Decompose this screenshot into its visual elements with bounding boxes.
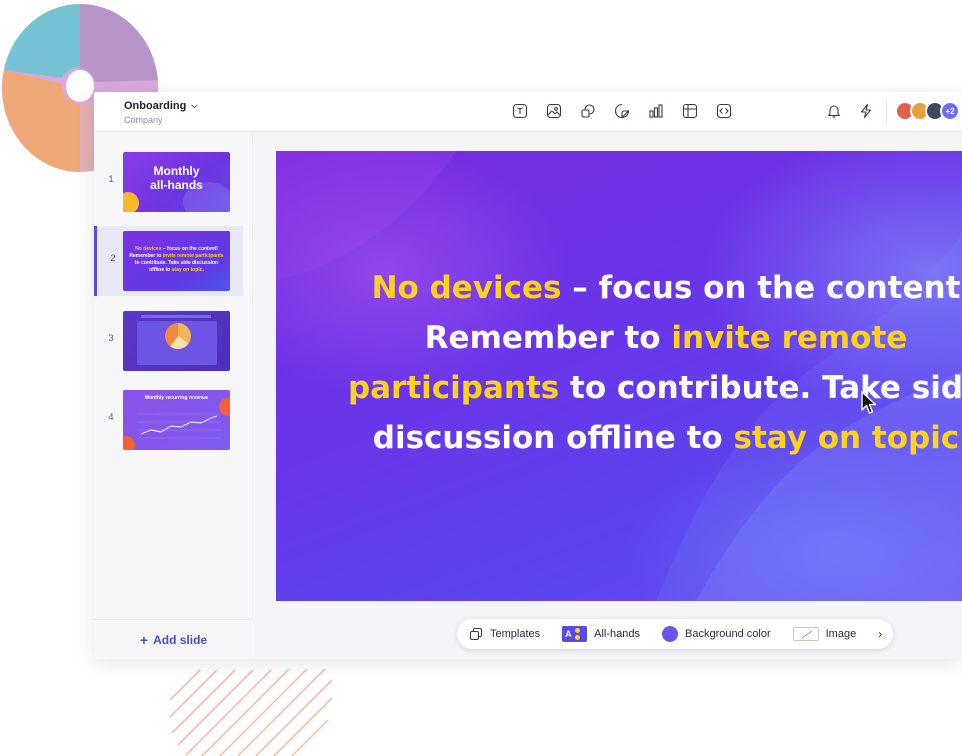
header-actions <box>826 103 874 119</box>
chevron-down-icon: ⌵ <box>191 101 198 110</box>
top-bar: Onboarding ⌵ Company +2 <box>94 92 962 132</box>
thumb-title: Monthly recurring revenue <box>144 395 209 401</box>
image-icon[interactable] <box>546 103 562 119</box>
slide-list-sidebar: 1 Monthly all-hands 2 No devices – focus… <box>94 132 253 659</box>
slide-canvas[interactable]: No devices – focus on the content Rememb… <box>276 151 962 601</box>
header-divider <box>886 100 887 124</box>
collaborator-avatars[interactable]: +2 <box>895 101 960 121</box>
slide-line-4: discussion offline to stay on topic <box>316 413 962 463</box>
shapes-icon[interactable] <box>580 103 596 119</box>
slide-preview: No devices – focus on the content! Remem… <box>123 231 230 291</box>
presentation-editor-window: Onboarding ⌵ Company +2 1 Monthly all-ha… <box>94 92 962 659</box>
slide-line-1: No devices – focus on the content <box>316 263 962 313</box>
highlight-text: No devices <box>371 270 562 306</box>
slide-thumbnail-2[interactable]: 2 No devices – focus on the content! Rem… <box>94 226 243 296</box>
slide-thumbnail-1[interactable]: 1 Monthly all-hands <box>94 147 253 217</box>
theme-button[interactable]: A All-hands <box>562 626 640 642</box>
slide-line-2: Remember to invite remote <box>316 313 962 363</box>
thumb-title-line2: all-hands <box>150 178 203 192</box>
theme-swatch-icon: A <box>562 626 588 642</box>
slide-preview <box>123 311 230 371</box>
slide-number: 3 <box>108 333 114 343</box>
decorative-stripes <box>169 668 333 756</box>
thumb-highlight: invite remote participants <box>162 253 224 259</box>
color-swatch-icon <box>662 626 678 642</box>
chart-icon[interactable] <box>648 103 664 119</box>
embed-icon[interactable] <box>716 103 732 119</box>
text-icon[interactable] <box>512 103 528 119</box>
plus-icon: + <box>139 631 149 648</box>
lightning-icon[interactable] <box>858 103 874 119</box>
background-image-button[interactable]: Image <box>792 627 857 641</box>
mouse-pointer-icon <box>861 391 877 414</box>
templates-icon <box>470 628 482 640</box>
thumb-line-chart <box>137 413 221 439</box>
thumb-text: . <box>202 267 204 273</box>
body-text: to contribute. Take side <box>559 370 962 406</box>
slide-preview: Monthly recurring revenue <box>123 390 230 450</box>
templates-button[interactable]: Templates <box>469 627 540 641</box>
templates-label: Templates <box>490 628 541 640</box>
slide-number: 4 <box>108 412 114 422</box>
document-title: Onboarding <box>124 100 187 112</box>
theme-swatch-letter: A <box>565 629 572 639</box>
slide-number: 2 <box>110 253 116 263</box>
thumb-shape <box>141 315 211 318</box>
thumb-shape <box>123 192 139 212</box>
body-text: – focus on the content <box>561 270 961 306</box>
slide-thumbnail-4[interactable]: 4 Monthly recurring revenue <box>94 385 253 455</box>
thumb-title-line1: Monthly <box>153 164 200 178</box>
thumb-highlight: stay on topic <box>171 267 203 273</box>
thumb-shape <box>123 436 135 450</box>
theme-label: All-hands <box>594 628 640 640</box>
highlight-text: invite remote <box>671 320 908 356</box>
bell-icon[interactable] <box>826 103 842 119</box>
thumb-body-text: No devices – focus on the content! Remem… <box>129 246 224 274</box>
thumb-pie-shape <box>165 323 191 349</box>
slide-format-toolbar: Templates A All-hands Background color I… <box>457 619 893 649</box>
slide-thumbnail-3[interactable]: 3 <box>94 306 253 376</box>
background-color-button[interactable]: Background color <box>662 626 771 642</box>
body-text: discussion offline to <box>372 420 734 456</box>
add-slide-button[interactable]: + Add slide <box>94 619 253 659</box>
insert-toolbar <box>512 103 732 119</box>
highlight-text: stay on topic <box>733 420 960 456</box>
collaborators-more-badge: +2 <box>940 101 960 121</box>
add-slide-label: Add slide <box>153 632 208 647</box>
background-color-label: Background color <box>685 628 771 640</box>
background-image-label: Image <box>825 628 857 640</box>
document-title-dropdown[interactable]: Onboarding ⌵ <box>124 100 197 112</box>
body-text: Remember to <box>424 320 672 356</box>
thumb-highlight: No devices <box>135 246 162 252</box>
slide-preview: Monthly all-hands <box>123 152 230 212</box>
theme-dots <box>574 628 580 640</box>
document-workspace: Company <box>124 115 163 125</box>
thumb-title: Monthly all-hands <box>123 164 230 192</box>
sticker-icon[interactable] <box>614 103 630 119</box>
slide-body-text[interactable]: No devices – focus on the content Rememb… <box>316 263 962 463</box>
table-icon[interactable] <box>682 103 698 119</box>
image-placeholder-icon <box>792 627 819 641</box>
slide-canvas-area: No devices – focus on the content Rememb… <box>254 132 962 659</box>
slide-number: 1 <box>108 174 114 184</box>
highlight-text: participants <box>347 370 560 406</box>
chevron-right-icon[interactable]: › <box>878 627 882 641</box>
